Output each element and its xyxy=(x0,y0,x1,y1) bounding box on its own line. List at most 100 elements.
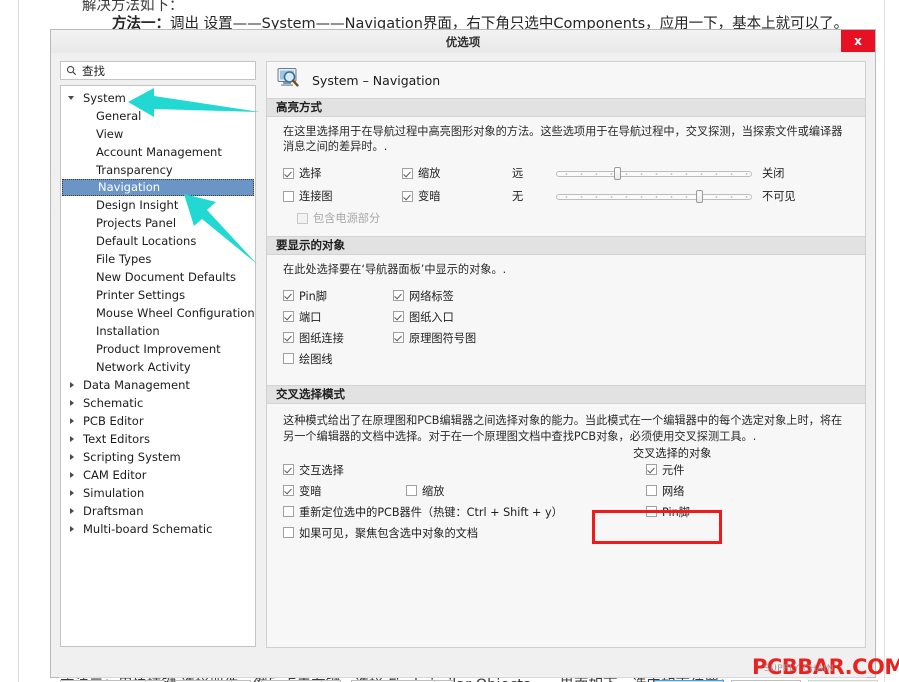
checkbox-sheet-entry[interactable]: 图纸入口 xyxy=(393,306,553,327)
tree-item-draftsman[interactable]: Draftsman xyxy=(61,502,255,520)
checkbox-port-box[interactable] xyxy=(283,311,294,322)
chevron-right-icon[interactable] xyxy=(70,454,74,460)
tree-item-printer-settings[interactable]: Printer Settings xyxy=(61,286,255,304)
checkbox-dim-box[interactable] xyxy=(402,190,413,202)
tree-item-default-locations[interactable]: Default Locations xyxy=(61,232,255,250)
checkbox-component[interactable]: 元件 xyxy=(646,459,826,480)
tree-item-file-types[interactable]: File Types xyxy=(61,250,255,268)
chevron-right-icon[interactable] xyxy=(70,508,74,514)
search-input[interactable]: 查找 xyxy=(60,61,256,80)
tree-item-label: View xyxy=(96,127,124,141)
dialog-body: 查找 System General View Account Management Tr… xyxy=(51,53,878,682)
checkbox-port[interactable]: 端口 xyxy=(283,306,393,327)
page-right-rule xyxy=(884,0,885,682)
monitor-magnifier-icon xyxy=(277,67,301,93)
tree-item-scripting-system[interactable]: Scripting System xyxy=(61,448,255,466)
checkbox-focus-document-box[interactable] xyxy=(283,527,294,538)
checkbox-select-label: 选择 xyxy=(299,167,322,180)
slider-dim-track[interactable] xyxy=(556,189,752,203)
checkbox-port-label: 端口 xyxy=(299,310,322,324)
slider-distance-track[interactable] xyxy=(556,166,752,180)
tree-item-schematic[interactable]: Schematic xyxy=(61,394,255,412)
chevron-down-icon[interactable] xyxy=(68,96,74,100)
checkbox-interactive-select-box[interactable] xyxy=(283,464,294,475)
tree-item-label: Printer Settings xyxy=(96,288,186,302)
tree-item-text-editors[interactable]: Text Editors xyxy=(61,430,255,448)
chevron-right-icon[interactable] xyxy=(70,418,74,424)
section-objects-description: 在此处选择要在‘导航器面板’中显示的对象。. xyxy=(283,263,507,276)
checkbox-cross-dim[interactable]: 变暗 xyxy=(283,483,406,499)
checkbox-net-label[interactable]: 网络标签 xyxy=(393,285,553,306)
checkbox-component-box[interactable] xyxy=(646,464,657,475)
tree-item-new-document-defaults[interactable]: New Document Defaults xyxy=(61,268,255,286)
section-cross-select-description: 这种模式给出了在原理图和PCB编辑器之间选择对象的能力。当此模式在一个编辑器中的… xyxy=(283,414,843,443)
tree-item-label: New Document Defaults xyxy=(96,270,236,284)
checkbox-focus-document[interactable]: 如果可见，聚焦包含选中对象的文档 xyxy=(283,522,628,543)
tree-item-product-improvement[interactable]: Product Improvement xyxy=(61,340,255,358)
chevron-right-icon[interactable] xyxy=(70,382,74,388)
checkbox-net[interactable]: 网络 xyxy=(646,480,826,501)
checkbox-drawing-line-box[interactable] xyxy=(283,353,294,364)
checkbox-cross-pin-box[interactable] xyxy=(646,506,657,517)
checkbox-net-label-box[interactable] xyxy=(393,290,404,301)
settings-tree[interactable]: System General View Account Management Trans… xyxy=(60,85,256,647)
tree-item-general[interactable]: General xyxy=(61,107,255,125)
checkbox-select-box[interactable] xyxy=(283,167,294,179)
checkbox-zoom[interactable]: 缩放 xyxy=(402,165,512,181)
checkbox-net-box[interactable] xyxy=(646,485,657,496)
slider-dim-thumb[interactable] xyxy=(696,189,704,203)
slider-distance[interactable]: 远 关闭 xyxy=(512,165,784,181)
slider-dim[interactable]: 无 不可见 xyxy=(512,188,796,204)
tree-item-label: System xyxy=(83,91,126,105)
tree-item-system[interactable]: System xyxy=(61,89,255,107)
checkbox-schematic-symbol[interactable]: 原理图符号图 xyxy=(393,327,553,348)
checkbox-cross-zoom[interactable]: 缩放 xyxy=(406,483,444,499)
checkbox-cross-dim-box[interactable] xyxy=(283,485,294,496)
chevron-right-icon[interactable] xyxy=(70,400,74,406)
dialog-title: 优选项 xyxy=(445,35,481,49)
tree-item-label: Draftsman xyxy=(83,504,144,518)
checkbox-sheet-connection-box[interactable] xyxy=(283,332,294,343)
checkbox-interactive-select[interactable]: 交互选择 xyxy=(283,462,406,478)
tree-item-network-activity[interactable]: Network Activity xyxy=(61,358,255,376)
tree-item-transparency[interactable]: Transparency xyxy=(61,161,255,179)
checkbox-connective-graph[interactable]: 连接图 xyxy=(283,188,402,204)
slider-distance-thumb[interactable] xyxy=(613,166,621,180)
checkbox-pin[interactable]: Pin脚 xyxy=(283,285,393,306)
tree-item-design-insight[interactable]: Design Insight xyxy=(61,196,255,214)
checkbox-cross-pin[interactable]: Pin脚 xyxy=(646,501,826,522)
tree-item-label: Mouse Wheel Configuration xyxy=(96,306,255,320)
checkbox-drawing-line[interactable]: 绘图线 xyxy=(283,348,393,369)
tree-item-mouse-wheel-configuration[interactable]: Mouse Wheel Configuration xyxy=(61,304,255,322)
checkbox-reposition-pcb-part[interactable]: 重新定位选中的PCB器件（热键：Ctrl + Shift + y） xyxy=(283,501,628,522)
tree-item-projects-panel[interactable]: Projects Panel xyxy=(61,214,255,232)
checkbox-connective-graph-box[interactable] xyxy=(283,190,294,202)
checkbox-zoom-box[interactable] xyxy=(402,167,413,179)
tree-item-data-management[interactable]: Data Management xyxy=(61,376,255,394)
tree-item-pcb-editor[interactable]: PCB Editor xyxy=(61,412,255,430)
checkbox-reposition-pcb-part-box[interactable] xyxy=(283,506,294,517)
checkbox-sheet-connection[interactable]: 图纸连接 xyxy=(283,327,393,348)
checkbox-schematic-symbol-box[interactable] xyxy=(393,332,404,343)
checkbox-select[interactable]: 选择 xyxy=(283,165,402,181)
chevron-right-icon[interactable] xyxy=(70,436,74,442)
checkbox-pin-box[interactable] xyxy=(283,290,294,301)
section-cross-select-mode: 交叉选择模式 这种模式给出了在原理图和PCB编辑器之间选择对象的能力。当此模式在… xyxy=(267,385,865,547)
tree-item-installation[interactable]: Installation xyxy=(61,322,255,340)
checkbox-dim[interactable]: 变暗 xyxy=(402,188,512,204)
chevron-right-icon[interactable] xyxy=(70,490,74,496)
tree-item-view[interactable]: View xyxy=(61,125,255,143)
close-icon[interactable]: x xyxy=(841,30,875,52)
tree-item-navigation[interactable]: Navigation xyxy=(62,179,254,196)
checkbox-drawing-line-label: 绘图线 xyxy=(299,352,333,366)
section-objects-body: 在此处选择要在‘导航器面板’中显示的对象。. Pin脚 端口 图纸连接 绘图线 … xyxy=(267,255,865,373)
tree-item-cam-editor[interactable]: CAM Editor xyxy=(61,466,255,484)
checkbox-sheet-entry-box[interactable] xyxy=(393,311,404,322)
section-objects-to-display: 要显示的对象 在此处选择要在‘导航器面板’中显示的对象。. Pin脚 端口 图纸… xyxy=(267,236,865,373)
chevron-right-icon[interactable] xyxy=(70,472,74,478)
checkbox-cross-zoom-box[interactable] xyxy=(406,485,417,496)
chevron-right-icon[interactable] xyxy=(70,526,74,532)
tree-item-account-management[interactable]: Account Management xyxy=(61,143,255,161)
tree-item-multi-board-schematic[interactable]: Multi-board Schematic xyxy=(61,520,255,538)
tree-item-simulation[interactable]: Simulation xyxy=(61,484,255,502)
